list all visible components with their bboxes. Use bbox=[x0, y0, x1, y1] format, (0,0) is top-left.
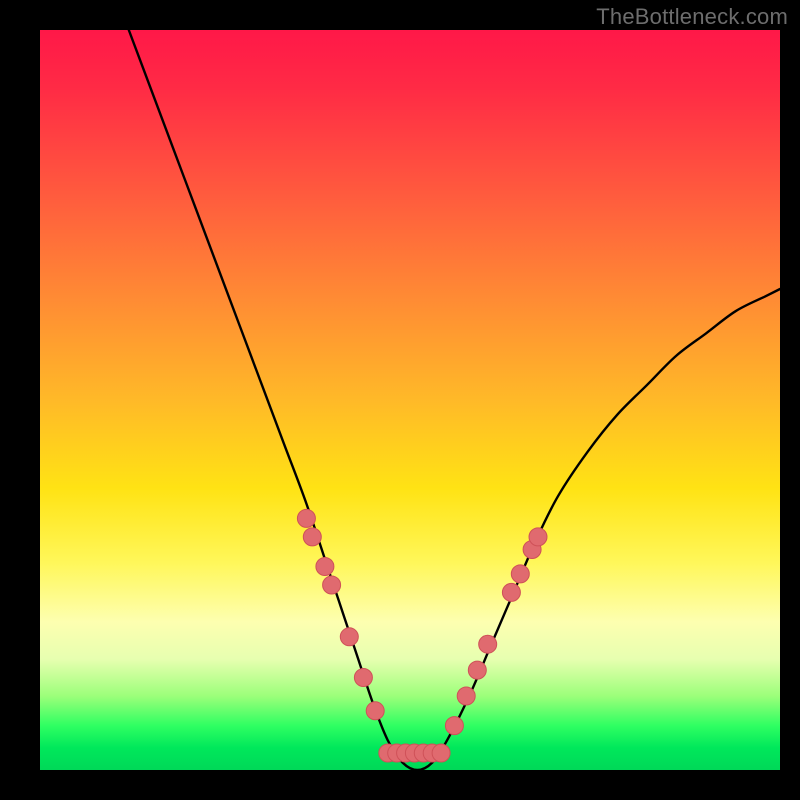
data-dot bbox=[303, 528, 321, 546]
watermark-text: TheBottleneck.com bbox=[596, 6, 788, 28]
data-dot bbox=[366, 702, 384, 720]
chart-frame: TheBottleneck.com bbox=[0, 0, 800, 800]
plot-area bbox=[40, 30, 780, 770]
data-dot bbox=[529, 528, 547, 546]
data-dot bbox=[316, 558, 334, 576]
data-dot bbox=[457, 687, 475, 705]
data-dots bbox=[297, 509, 547, 762]
data-dot bbox=[297, 509, 315, 527]
data-dot bbox=[511, 565, 529, 583]
data-dot bbox=[479, 635, 497, 653]
data-dot bbox=[340, 628, 358, 646]
data-dot bbox=[354, 669, 372, 687]
data-dot bbox=[323, 576, 341, 594]
bottleneck-curve bbox=[129, 30, 780, 770]
data-dot bbox=[432, 744, 450, 762]
curve-svg bbox=[40, 30, 780, 770]
data-dot bbox=[445, 717, 463, 735]
data-dot bbox=[502, 583, 520, 601]
data-dot bbox=[468, 661, 486, 679]
